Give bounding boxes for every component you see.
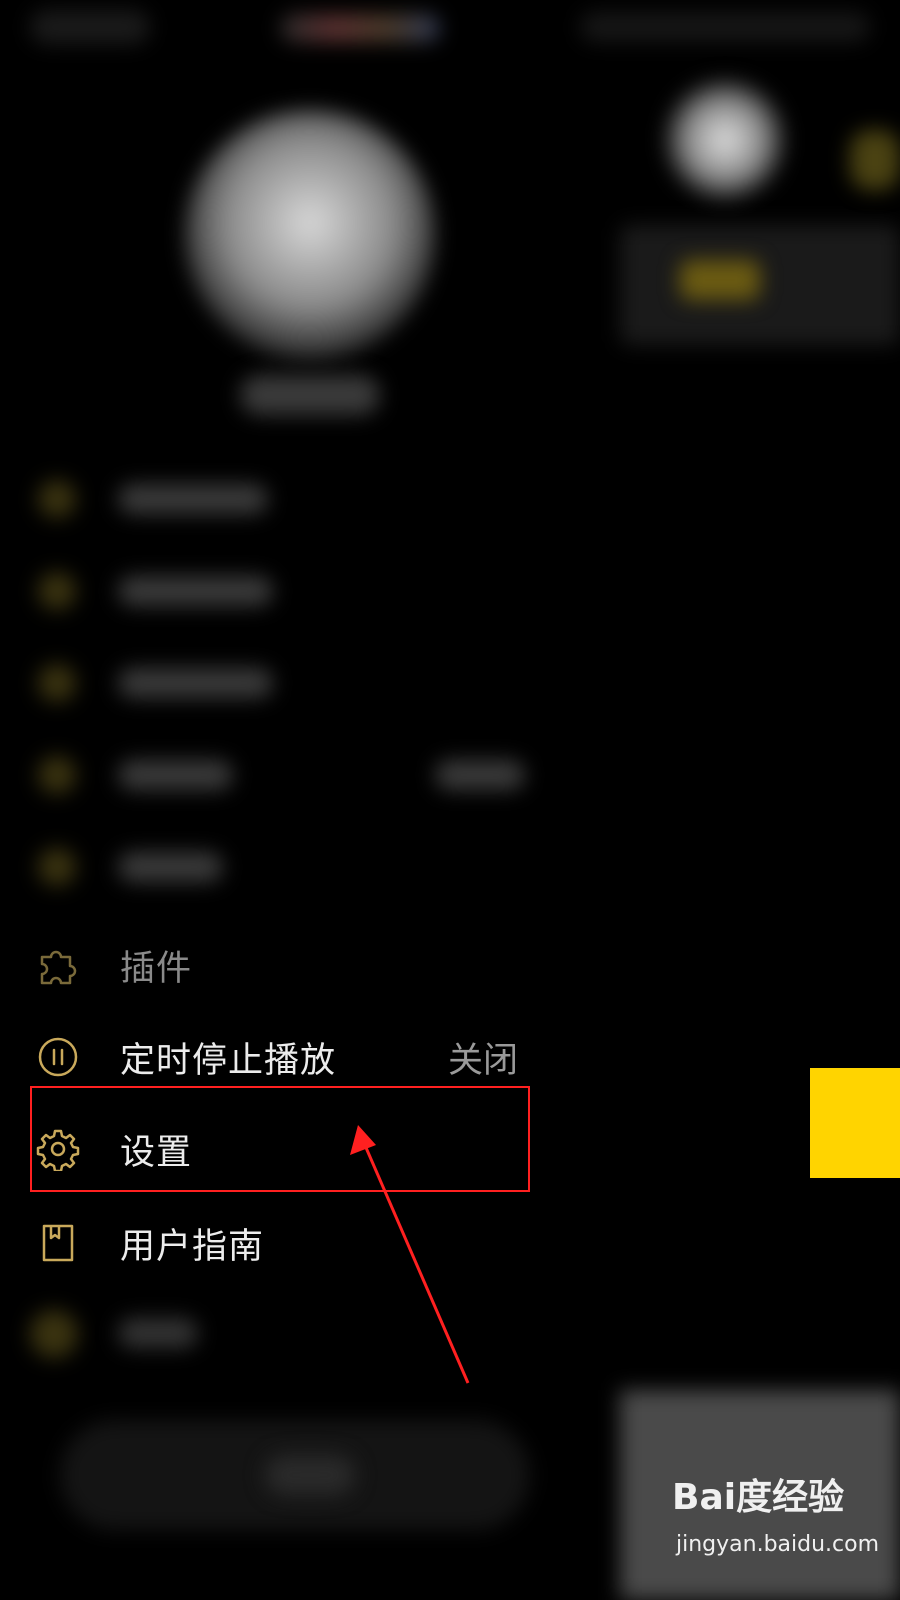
status-bar-left	[30, 10, 150, 44]
blurred-menu-icon	[30, 1310, 78, 1358]
status-bar-center	[280, 14, 440, 42]
right-panel-avatar	[665, 80, 785, 200]
yellow-side-tab[interactable]	[810, 1068, 900, 1178]
blurred-menu-label	[118, 760, 233, 790]
right-panel-card	[620, 225, 900, 345]
watermark-logo: Bai度经验	[672, 1477, 845, 1518]
user-avatar[interactable]	[185, 110, 435, 360]
menu-item-label: 设置	[120, 1132, 193, 1173]
watermark-url: jingyan.baidu.com	[676, 1532, 880, 1557]
blurred-menu-label	[118, 576, 273, 606]
annotation-arrow	[350, 1125, 470, 1384]
menu-item-label: 定时停止播放	[120, 1040, 337, 1081]
menu-item-sleep-timer[interactable]: 定时停止播放 关闭	[30, 1010, 530, 1104]
blurred-menu-icon	[38, 572, 76, 610]
menu-item-label: 用户指南	[120, 1226, 265, 1267]
guide-book-icon	[34, 1219, 82, 1267]
blurred-menu-icon	[38, 664, 76, 702]
bottom-action-label	[265, 1455, 355, 1495]
timer-pause-icon	[34, 1033, 82, 1081]
watermark: Bai度经验 jingyan.baidu.com	[672, 1468, 892, 1580]
blurred-menu-icon	[38, 756, 76, 794]
right-panel-accent	[850, 130, 900, 190]
blurred-menu-icon	[38, 848, 76, 886]
menu-item-label: 插件	[120, 948, 193, 989]
blurred-menu-label	[118, 1318, 198, 1348]
right-panel-badge	[680, 260, 760, 300]
blurred-menu-label	[118, 852, 223, 882]
username	[240, 375, 380, 415]
blurred-menu-label	[118, 484, 268, 514]
menu-item-plugins[interactable]: 插件	[30, 918, 530, 1012]
blurred-menu-value	[435, 760, 525, 790]
gear-icon	[34, 1125, 82, 1173]
puzzle-icon	[34, 941, 82, 989]
status-bar-right	[580, 12, 870, 42]
sleep-timer-status: 关闭	[447, 1040, 518, 1081]
blurred-menu-label	[118, 668, 273, 698]
blurred-menu-icon	[38, 480, 76, 518]
